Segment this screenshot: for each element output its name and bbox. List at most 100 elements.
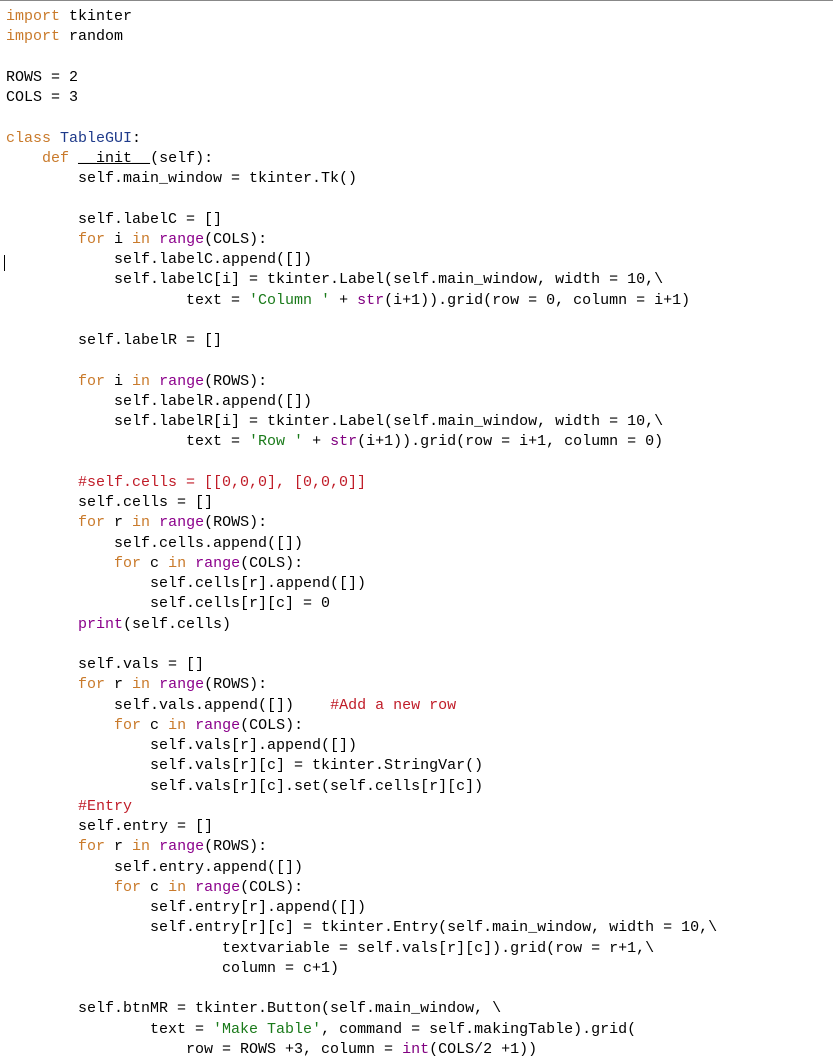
code-text: self.labelC.append([]) [6, 251, 312, 268]
keyword-for: for [114, 555, 141, 572]
builtin-range: range [195, 555, 240, 572]
builtin-range: range [159, 231, 204, 248]
dunder-init: __init__ [78, 150, 150, 167]
keyword-for: for [78, 676, 105, 693]
code-text: (self): [150, 150, 213, 167]
code-text: row = ROWS +3, column = [6, 1041, 402, 1058]
code-text: self.entry = [] [6, 818, 213, 835]
code-text: ROWS = 2 [6, 69, 78, 86]
code-text: (ROWS): [204, 838, 267, 855]
keyword-for: for [114, 717, 141, 734]
code-text: c [141, 717, 168, 734]
code-text [150, 231, 159, 248]
code-text: + [303, 433, 330, 450]
code-text: text = [6, 292, 249, 309]
builtin-str: str [330, 433, 357, 450]
code-text [69, 150, 78, 167]
text-cursor [4, 255, 5, 271]
code-text [6, 616, 78, 633]
builtin-range: range [159, 373, 204, 390]
code-text: (i+1)).grid(row = i+1, column = 0) [357, 433, 663, 450]
code-text: self.entry[r].append([]) [6, 899, 366, 916]
code-text: i [105, 231, 132, 248]
code-text [6, 514, 78, 531]
builtin-range: range [195, 717, 240, 734]
code-text [6, 373, 78, 390]
code-text: + [330, 292, 357, 309]
code-text: self.main_window = tkinter.Tk() [6, 170, 357, 187]
code-text [6, 150, 42, 167]
code-text [150, 838, 159, 855]
code-text: self.entry[r][c] = tkinter.Entry(self.ma… [6, 919, 717, 936]
code-text: self.vals[r][c] = tkinter.StringVar() [6, 757, 483, 774]
code-text: self.cells = [] [6, 494, 213, 511]
code-text [6, 798, 78, 815]
code-editor-viewport: import tkinter import random ROWS = 2 CO… [0, 0, 833, 1060]
keyword-in: in [132, 231, 150, 248]
string-literal: 'Row ' [249, 433, 303, 450]
code-text: self.labelR.append([]) [6, 393, 312, 410]
class-name: TableGUI [51, 130, 132, 147]
code-text [6, 474, 78, 491]
code-text: self.labelC = [] [6, 211, 222, 228]
code-text [6, 676, 78, 693]
code-text: (COLS): [240, 555, 303, 572]
builtin-range: range [195, 879, 240, 896]
code-text: (ROWS): [204, 373, 267, 390]
code-text: self.cells[r].append([]) [6, 575, 366, 592]
code-text: column = c+1) [6, 960, 339, 977]
code-text: i [105, 373, 132, 390]
code-text: self.entry.append([]) [6, 859, 303, 876]
code-text: textvariable = self.vals[r][c]).grid(row… [6, 940, 654, 957]
keyword-for: for [114, 879, 141, 896]
builtin-str: str [357, 292, 384, 309]
builtin-range: range [159, 676, 204, 693]
builtin-range: range [159, 838, 204, 855]
string-literal: 'Make Table' [213, 1021, 321, 1038]
keyword-in: in [168, 555, 186, 572]
code-text: self.vals[r][c].set(self.cells[r][c]) [6, 778, 483, 795]
code-text: (COLS/2 +1)) [429, 1041, 537, 1058]
keyword-in: in [132, 676, 150, 693]
builtin-int: int [402, 1041, 429, 1058]
code-text: (ROWS): [204, 676, 267, 693]
code-text: r [105, 514, 132, 531]
code-block[interactable]: import tkinter import random ROWS = 2 CO… [6, 7, 833, 1060]
keyword-in: in [132, 838, 150, 855]
code-text: self.btnMR = tkinter.Button(self.main_wi… [6, 1000, 501, 1017]
comment: #self.cells = [[0,0,0], [0,0,0]] [78, 474, 366, 491]
code-text: (COLS): [240, 879, 303, 896]
code-text: c [141, 879, 168, 896]
code-text: : [132, 130, 141, 147]
code-text: self.labelR[i] = tkinter.Label(self.main… [6, 413, 663, 430]
code-text [150, 514, 159, 531]
code-text [6, 717, 114, 734]
comment: #Entry [78, 798, 132, 815]
keyword-import: import [6, 8, 60, 25]
code-text: self.vals = [] [6, 656, 204, 673]
code-text [150, 676, 159, 693]
code-text: self.vals[r].append([]) [6, 737, 357, 754]
code-text: (COLS): [204, 231, 267, 248]
code-text: text = [6, 433, 249, 450]
builtin-print: print [78, 616, 123, 633]
code-text: (COLS): [240, 717, 303, 734]
code-text [186, 879, 195, 896]
code-text: r [105, 676, 132, 693]
builtin-range: range [159, 514, 204, 531]
keyword-in: in [168, 879, 186, 896]
code-text [186, 717, 195, 734]
code-text: self.labelR = [] [6, 332, 222, 349]
code-text: self.cells[r][c] = 0 [6, 595, 330, 612]
string-literal: 'Column ' [249, 292, 330, 309]
keyword-def: def [42, 150, 69, 167]
code-text [6, 555, 114, 572]
code-text: self.vals.append([]) [6, 697, 330, 714]
code-text [6, 231, 78, 248]
keyword-import: import [6, 28, 60, 45]
keyword-in: in [132, 514, 150, 531]
code-text: c [141, 555, 168, 572]
code-text: tkinter [60, 8, 132, 25]
keyword-in: in [168, 717, 186, 734]
code-text: COLS = 3 [6, 89, 78, 106]
